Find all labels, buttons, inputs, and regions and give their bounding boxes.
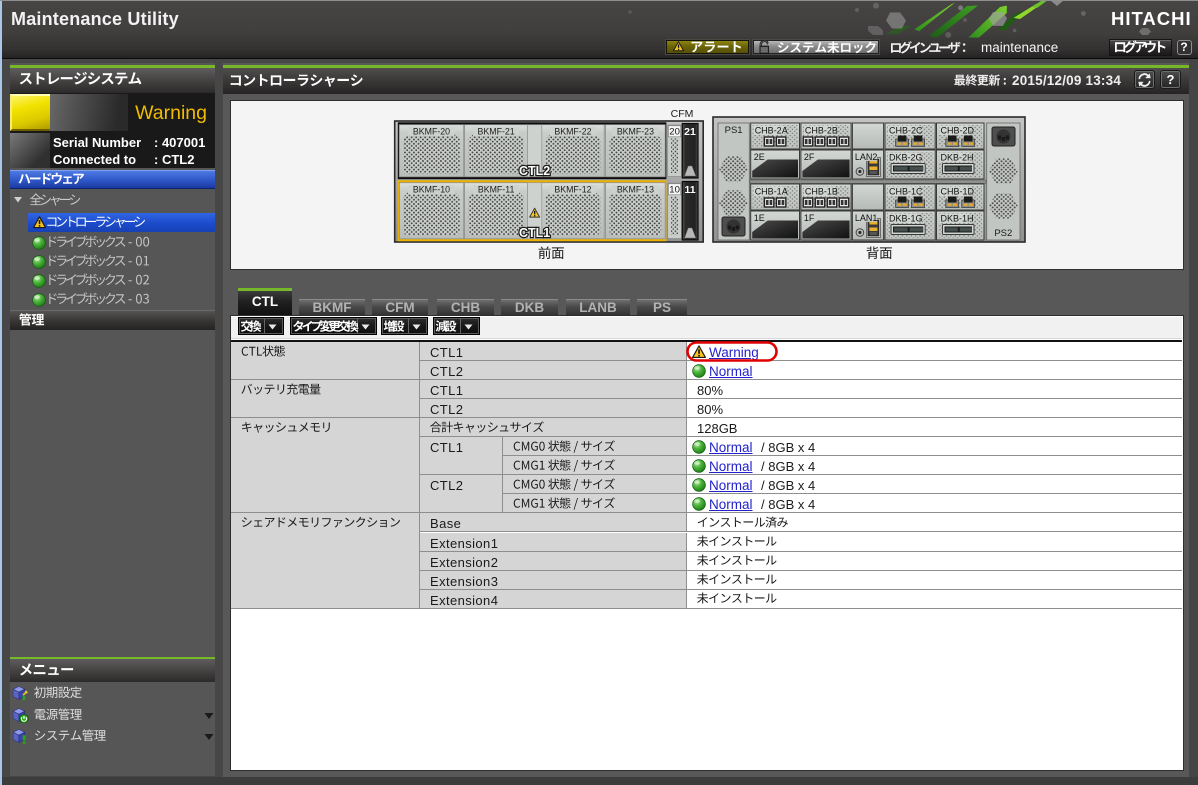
svg-text:DKB-1G: DKB-1G (889, 214, 923, 224)
svg-text:CHB-1C: CHB-1C (889, 187, 923, 197)
svg-text:PS2: PS2 (994, 228, 1012, 239)
svg-text:BKMF-22: BKMF-22 (554, 127, 591, 137)
svg-text:CFM: CFM (671, 108, 694, 120)
svg-text:DKB-2G: DKB-2G (889, 153, 923, 163)
svg-text:20: 20 (669, 127, 680, 138)
svg-text:BKMF-20: BKMF-20 (413, 127, 450, 137)
svg-text:DKB-1H: DKB-1H (941, 214, 974, 224)
svg-text:BKMF-23: BKMF-23 (617, 127, 654, 137)
svg-text:BKMF-10: BKMF-10 (413, 185, 450, 195)
svg-text:CHB-2B: CHB-2B (805, 126, 838, 136)
svg-text:2E: 2E (754, 152, 765, 162)
svg-text:21: 21 (684, 126, 696, 138)
svg-text:BKMF-21: BKMF-21 (478, 127, 515, 137)
svg-text:2F: 2F (804, 152, 815, 162)
svg-text:CTL2: CTL2 (519, 164, 550, 178)
svg-text:PS1: PS1 (725, 125, 743, 136)
svg-text:CHB-1D: CHB-1D (941, 187, 975, 197)
svg-text:1F: 1F (804, 213, 815, 223)
svg-text:10: 10 (669, 185, 680, 196)
svg-text:CHB-2C: CHB-2C (889, 126, 923, 136)
svg-text:CHB-1A: CHB-1A (755, 187, 788, 197)
svg-text:LAN2: LAN2 (855, 152, 878, 162)
svg-text:BKMF-13: BKMF-13 (617, 185, 654, 195)
svg-text:CTL1: CTL1 (519, 226, 550, 240)
svg-text:LAN1: LAN1 (855, 213, 878, 223)
svg-text:BKMF-11: BKMF-11 (478, 185, 515, 195)
svg-text:1E: 1E (754, 213, 765, 223)
svg-text:11: 11 (684, 184, 695, 196)
svg-text:DKB-2H: DKB-2H (941, 153, 974, 163)
svg-text:CHB-1B: CHB-1B (805, 187, 838, 197)
svg-text:CHB-2D: CHB-2D (941, 126, 975, 136)
svg-text:CHB-2A: CHB-2A (755, 126, 788, 136)
svg-text:BKMF-12: BKMF-12 (554, 185, 591, 195)
